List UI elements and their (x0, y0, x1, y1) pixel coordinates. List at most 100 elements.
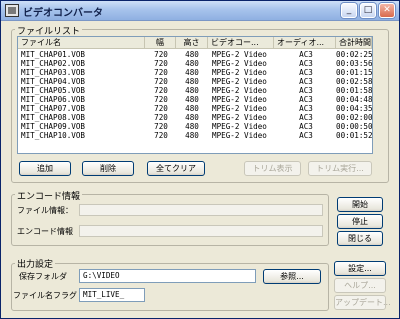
cell-filename: MIT_CHAP01.VOB (21, 50, 86, 59)
cell-duration: 00:01:58 (336, 86, 372, 95)
cell-width: 720 (154, 113, 168, 122)
cell-audio-codec: AC3 (299, 68, 313, 77)
table-row[interactable]: MIT_CHAP02.VOB 720 480 MPEG-2 Video AC3 … (18, 59, 372, 68)
output-settings-group-label: 出力設定 (15, 257, 56, 270)
table-row[interactable]: MIT_CHAP07.VOB 720 480 MPEG-2 Video AC3 … (18, 104, 372, 113)
window-title: ビデオコンバータ (23, 8, 103, 19)
file-info-label: ファイル情報： (17, 206, 73, 215)
cell-duration: 00:01:52 (336, 131, 372, 140)
column-header-filename[interactable]: ファイル名 (18, 37, 145, 49)
app-icon (5, 4, 19, 17)
cell-audio-codec: AC3 (299, 86, 313, 95)
show-trim-button[interactable]: トリム表示 (244, 161, 301, 176)
save-folder-label: 保存フォルダ (19, 272, 67, 281)
column-header-height[interactable]: 高さ (176, 37, 208, 49)
cell-height: 480 (185, 77, 199, 86)
help-button[interactable]: ヘルプ... (334, 278, 386, 293)
cell-filename: MIT_CHAP03.VOB (21, 68, 86, 77)
cell-duration: 00:01:15 (336, 68, 372, 77)
remove-button[interactable]: 削除 (82, 161, 134, 176)
settings-button[interactable]: 設定... (334, 261, 386, 276)
cell-video-codec: MPEG-2 Video (212, 86, 267, 95)
column-header-audio-codec[interactable]: オーディオ... (274, 37, 336, 49)
encode-info-group-label: エンコード情報 (15, 189, 83, 202)
table-row[interactable]: MIT_CHAP05.VOB 720 480 MPEG-2 Video AC3 … (18, 86, 372, 95)
table-row[interactable]: MIT_CHAP10.VOB 720 480 MPEG-2 Video AC3 … (18, 131, 372, 140)
cell-width: 720 (154, 95, 168, 104)
cell-audio-codec: AC3 (299, 50, 313, 59)
cell-width: 720 (154, 122, 168, 131)
file-list-view[interactable]: ファイル名 幅 高さ ビデオコー... オーディオ... 合計時間 MIT_CH… (17, 36, 373, 154)
cell-duration: 00:02:58 (336, 77, 372, 86)
table-row[interactable]: MIT_CHAP01.VOB 720 480 MPEG-2 Video AC3 … (18, 50, 372, 59)
cell-duration: 00:02:25 (336, 50, 372, 59)
cell-width: 720 (154, 59, 168, 68)
cell-duration: 00:04:35 (336, 104, 372, 113)
cell-width: 720 (154, 131, 168, 140)
cell-width: 720 (154, 77, 168, 86)
table-row[interactable]: MIT_CHAP04.VOB 720 480 MPEG-2 Video AC3 … (18, 77, 372, 86)
cell-video-codec: MPEG-2 Video (212, 50, 267, 59)
cell-height: 480 (185, 122, 199, 131)
column-header-width[interactable]: 幅 (145, 37, 176, 49)
add-button[interactable]: 追加 (19, 161, 71, 176)
encode-info-field (79, 225, 323, 237)
cell-height: 480 (185, 131, 199, 140)
cell-audio-codec: AC3 (299, 131, 313, 140)
close-button[interactable]: 閉じる (337, 231, 383, 246)
cell-audio-codec: AC3 (299, 104, 313, 113)
cell-filename: MIT_CHAP08.VOB (21, 113, 86, 122)
close-window-button[interactable]: ✕ (379, 3, 395, 18)
run-trim-button[interactable]: トリム実行... (308, 161, 372, 176)
cell-width: 720 (154, 86, 168, 95)
cell-audio-codec: AC3 (299, 122, 313, 131)
table-row[interactable]: MIT_CHAP09.VOB 720 480 MPEG-2 Video AC3 … (18, 122, 372, 131)
maximize-button[interactable]: □ (360, 3, 376, 18)
cell-height: 480 (185, 104, 199, 113)
file-list-header: ファイル名 幅 高さ ビデオコー... オーディオ... 合計時間 (18, 37, 372, 49)
cell-audio-codec: AC3 (299, 77, 313, 86)
column-header-duration[interactable]: 合計時間 (336, 37, 372, 49)
cell-duration: 00:03:56 (336, 59, 372, 68)
cell-duration: 00:02:00 (336, 113, 372, 122)
cell-height: 480 (185, 50, 199, 59)
start-button[interactable]: 開始 (337, 197, 383, 212)
app-window: ビデオコンバータ _ □ ✕ ファイルリスト ファイル名 幅 高さ ビデオコー.… (0, 0, 400, 319)
cell-video-codec: MPEG-2 Video (212, 113, 267, 122)
cell-filename: MIT_CHAP06.VOB (21, 95, 86, 104)
cell-video-codec: MPEG-2 Video (212, 77, 267, 86)
cell-duration: 00:00:50 (336, 122, 372, 131)
cell-filename: MIT_CHAP10.VOB (21, 131, 86, 140)
cell-video-codec: MPEG-2 Video (212, 68, 267, 77)
cell-video-codec: MPEG-2 Video (212, 131, 267, 140)
save-folder-input[interactable]: G:\VIDEO (79, 269, 256, 283)
update-button[interactable]: アップデート... (334, 295, 391, 310)
minimize-button[interactable]: _ (341, 3, 357, 18)
cell-filename: MIT_CHAP02.VOB (21, 59, 86, 68)
filename-flag-input[interactable]: MIT_LIVE_ (79, 288, 145, 302)
cell-width: 720 (154, 50, 168, 59)
cell-duration: 00:04:48 (336, 95, 372, 104)
cell-filename: MIT_CHAP07.VOB (21, 104, 86, 113)
table-row[interactable]: MIT_CHAP08.VOB 720 480 MPEG-2 Video AC3 … (18, 113, 372, 122)
stop-button[interactable]: 停止 (337, 214, 383, 229)
cell-filename: MIT_CHAP04.VOB (21, 77, 86, 86)
cell-audio-codec: AC3 (299, 113, 313, 122)
file-info-field (79, 204, 323, 216)
cell-video-codec: MPEG-2 Video (212, 104, 267, 113)
title-bar[interactable]: ビデオコンバータ _ □ ✕ (1, 1, 399, 21)
clear-all-button[interactable]: 全てクリア (147, 161, 205, 176)
cell-height: 480 (185, 113, 199, 122)
table-row[interactable]: MIT_CHAP06.VOB 720 480 MPEG-2 Video AC3 … (18, 95, 372, 104)
cell-audio-codec: AC3 (299, 59, 313, 68)
filename-flag-label: ファイル名フラグ (13, 291, 77, 300)
table-row[interactable]: MIT_CHAP03.VOB 720 480 MPEG-2 Video AC3 … (18, 68, 372, 77)
cell-height: 480 (185, 59, 199, 68)
cell-filename: MIT_CHAP09.VOB (21, 122, 86, 131)
encode-info-label: エンコード情報 (17, 227, 73, 236)
cell-video-codec: MPEG-2 Video (212, 59, 267, 68)
cell-video-codec: MPEG-2 Video (212, 95, 267, 104)
cell-width: 720 (154, 68, 168, 77)
column-header-video-codec[interactable]: ビデオコー... (208, 37, 274, 49)
browse-button[interactable]: 参照... (263, 269, 321, 284)
